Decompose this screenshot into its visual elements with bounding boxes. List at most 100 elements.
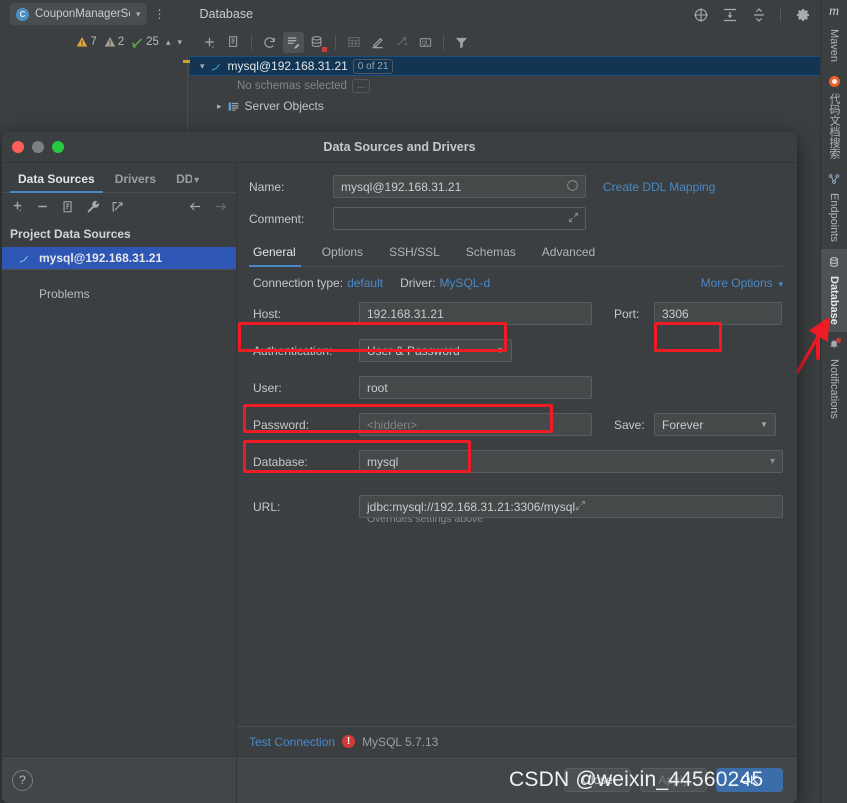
annotation-red-bar xyxy=(816,330,820,360)
project-data-sources-group: Project Data Sources xyxy=(10,227,131,241)
more-options-button[interactable]: More Options ▾ xyxy=(701,276,783,290)
tab-ssh-ssl[interactable]: SSH/SSL xyxy=(376,245,453,266)
driver-value[interactable]: MySQL-d xyxy=(439,276,490,290)
password-label: Password: xyxy=(253,417,310,432)
connection-type-value[interactable]: default xyxy=(347,276,383,290)
tab-schemas[interactable]: Schemas xyxy=(453,245,529,266)
connection-meta-row: Connection type: default Driver: MySQL-d… xyxy=(249,267,783,302)
tab-general[interactable]: General xyxy=(249,245,309,267)
chevron-up-icon[interactable]: ▴ xyxy=(166,37,171,48)
rail-item-notifications[interactable]: Notifications xyxy=(821,332,847,426)
check-green-icon xyxy=(132,37,143,48)
problems-label: Problems xyxy=(39,287,90,301)
test-connection-link[interactable]: Test Connection xyxy=(249,735,335,749)
tree-node-datasource[interactable]: ▾ mysql@192.168.31.21 0 of 21 xyxy=(183,56,820,76)
name-input[interactable]: mysql@192.168.31.21 xyxy=(333,175,586,198)
url-input[interactable]: jdbc:mysql://192.168.31.21:3306/mysql xyxy=(359,495,783,518)
chevron-down-icon: ▾ xyxy=(769,456,775,467)
database-label: Database: xyxy=(253,454,308,469)
tree-node-server-objects[interactable]: ▸ Server Objects xyxy=(190,96,820,116)
rail-item-database[interactable]: Database xyxy=(820,248,847,332)
share-icon[interactable] xyxy=(110,199,125,214)
back-arrow-icon[interactable] xyxy=(188,199,203,214)
password-input[interactable]: <hidden> xyxy=(359,413,592,436)
database-select[interactable]: mysql ▾ xyxy=(359,450,783,473)
host-input[interactable]: 192.168.31.21 xyxy=(359,302,592,325)
user-row: User: root xyxy=(249,376,783,399)
refresh-icon[interactable] xyxy=(259,32,280,53)
authentication-select[interactable]: User & Password ▼ xyxy=(359,339,512,362)
bell-icon xyxy=(828,337,841,354)
general-tabs: General Options SSH/SSL Schemas Advanced xyxy=(249,239,783,267)
svg-text:QL: QL xyxy=(422,40,429,46)
add-data-source-icon[interactable] xyxy=(10,199,25,214)
rail-item-code-doc-search[interactable]: 代码文档搜索 xyxy=(821,69,847,166)
chevron-down-icon[interactable]: ▾ xyxy=(200,61,205,72)
filter-icon[interactable] xyxy=(451,32,472,53)
query-console-icon[interactable]: QL xyxy=(415,32,436,53)
divider xyxy=(251,34,252,50)
warning-count: 7 xyxy=(76,36,97,48)
copy-data-source-icon[interactable] xyxy=(60,199,75,214)
search-everywhere-icon[interactable] xyxy=(693,7,708,22)
weak-warning-count: 2 xyxy=(104,36,124,48)
circle-icon[interactable] xyxy=(566,179,579,195)
user-input[interactable]: root xyxy=(359,376,592,399)
tab-options[interactable]: Options xyxy=(309,245,376,266)
database-toolbar: QL xyxy=(190,28,820,56)
chevron-down-icon: ▼ xyxy=(760,420,768,429)
gutter-marker xyxy=(183,60,190,63)
tab-ddl-mappings[interactable]: DD xyxy=(166,172,192,192)
rail-item-maven[interactable]: Maven xyxy=(821,22,847,69)
settings-form: Name: mysql@192.168.31.21 Create DDL Map… xyxy=(237,163,797,726)
expand-editor-icon[interactable] xyxy=(575,500,586,514)
tab-data-sources[interactable]: Data Sources xyxy=(8,172,105,193)
check-count: 25 xyxy=(131,36,159,49)
settings-gear-icon[interactable] xyxy=(795,7,810,22)
help-button[interactable]: ? xyxy=(12,769,33,791)
modify-icon[interactable] xyxy=(367,32,388,53)
save-select[interactable]: Forever ▼ xyxy=(654,413,776,436)
data-source-item-mysql[interactable]: mysql@192.168.31.21 xyxy=(2,247,236,269)
name-label: Name: xyxy=(249,179,285,194)
schema-chooser-button[interactable]: ... xyxy=(351,79,371,93)
remove-data-source-icon[interactable] xyxy=(35,199,50,214)
chevron-down-icon[interactable]: ▾ xyxy=(177,37,182,48)
duplicate-icon[interactable] xyxy=(223,32,244,53)
tree-no-schemas-row[interactable]: No schemas selected ... xyxy=(190,76,820,96)
mysql-dolphin-icon xyxy=(19,255,29,263)
more-options-label: More Options xyxy=(700,276,773,290)
database-icon xyxy=(828,256,840,271)
more-vertical-icon[interactable]: ⋮ xyxy=(154,8,166,20)
rail-item-endpoints[interactable]: Endpoints xyxy=(821,166,847,249)
project-name: CouponManagerSer xyxy=(35,8,130,20)
comment-input[interactable] xyxy=(333,207,586,230)
data-source-properties-icon[interactable] xyxy=(283,31,304,53)
dialog-title: Data Sources and Drivers xyxy=(323,140,476,154)
screenshot-root: C CouponManagerSer ▾ ⋮ Database 7 2 25 ▴… xyxy=(0,0,847,803)
server-objects-icon xyxy=(228,101,238,111)
dialog-body: Data Sources Drivers DD ▾ Project Data S… xyxy=(2,163,797,803)
connection-status-bar: Test Connection ! MySQL 5.7.13 xyxy=(237,726,797,756)
csdn-watermark: CSDN @weixin_44560245 xyxy=(509,768,764,791)
expand-all-icon[interactable] xyxy=(722,7,737,22)
tab-advanced[interactable]: Advanced xyxy=(529,245,608,266)
expand-editor-icon[interactable] xyxy=(568,212,579,226)
inspections-widget[interactable]: 7 2 25 ▴ ▾ xyxy=(0,28,190,56)
project-selector[interactable]: C CouponManagerSer ▾ xyxy=(10,3,147,25)
host-label: Host: xyxy=(253,306,282,321)
endpoints-icon xyxy=(828,173,840,188)
chevron-down-icon[interactable]: ▾ xyxy=(194,175,199,192)
host-port-row: Host: 192.168.31.21 Port: 3306 xyxy=(249,302,783,325)
collapse-all-icon[interactable] xyxy=(751,7,766,22)
tab-drivers[interactable]: Drivers xyxy=(105,172,166,192)
database-color-settings-icon[interactable] xyxy=(307,32,328,53)
chevron-right-icon[interactable]: ▸ xyxy=(217,101,222,112)
port-input[interactable]: 3306 xyxy=(654,302,782,325)
server-version-label: MySQL 5.7.13 xyxy=(362,734,439,749)
create-ddl-mapping-link[interactable]: Create DDL Mapping xyxy=(603,180,715,194)
wrench-icon[interactable] xyxy=(85,199,100,214)
add-icon[interactable] xyxy=(199,32,220,53)
authentication-value: User & Password xyxy=(367,343,460,358)
chevron-down-icon: ▾ xyxy=(775,279,783,289)
